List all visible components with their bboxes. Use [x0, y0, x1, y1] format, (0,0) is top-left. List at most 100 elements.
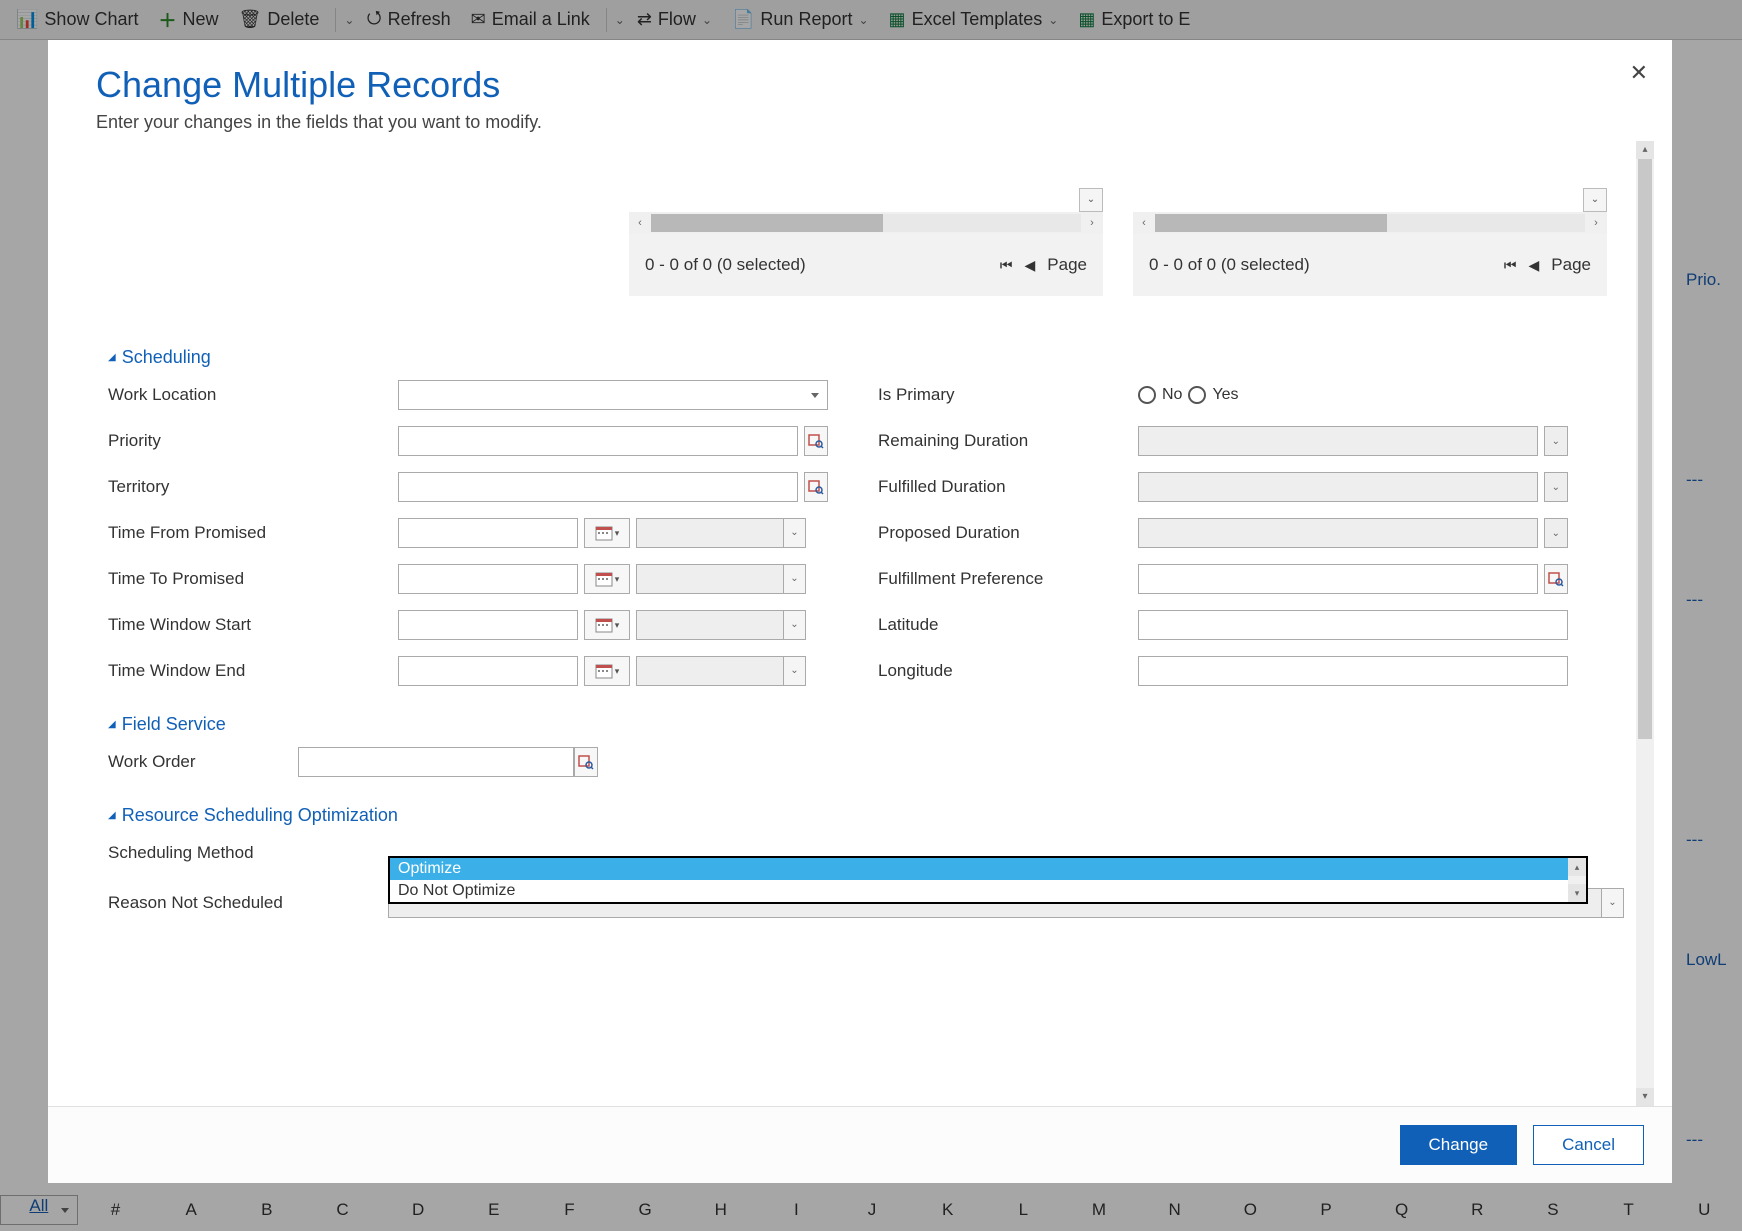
bg-right-column: Prio. --- --- --- LowL ---: [1682, 60, 1742, 1191]
remaining-duration-label: Remaining Duration: [878, 431, 1138, 451]
lookup-icon[interactable]: [1544, 564, 1568, 594]
record-count: 0 - 0 of 0 (0 selected): [645, 255, 806, 275]
duration-dropdown-icon[interactable]: ⌄: [1544, 472, 1568, 502]
duration-dropdown-icon[interactable]: ⌄: [1544, 426, 1568, 456]
proposed-duration-input[interactable]: [1138, 518, 1538, 548]
work-location-select[interactable]: [398, 380, 828, 410]
dialog-subtitle: Enter your changes in the fields that yo…: [96, 112, 1632, 133]
scroll-down-icon[interactable]: ▾: [1636, 1088, 1654, 1106]
show-chart-button[interactable]: 📊Show Chart: [8, 5, 146, 34]
body-scrollbar[interactable]: ▴ ▾: [1636, 141, 1654, 1106]
delete-button[interactable]: 🗑Delete: [230, 5, 327, 34]
dialog-title: Change Multiple Records: [96, 64, 1632, 106]
time-window-start-date[interactable]: [398, 610, 578, 640]
territory-label: Territory: [108, 477, 398, 497]
excel-templates-button[interactable]: ▦Excel Templates⌄: [881, 5, 1067, 34]
scroll-thumb[interactable]: [1638, 159, 1652, 739]
lookup-icon[interactable]: [574, 747, 598, 777]
calendar-icon[interactable]: ▾: [584, 564, 630, 594]
email-link-button[interactable]: ✉Email a Link: [463, 5, 598, 34]
scroll-left-icon[interactable]: ‹: [629, 212, 651, 234]
lookup-icon[interactable]: [804, 472, 828, 502]
scroll-up-icon[interactable]: ▴: [1636, 141, 1654, 159]
duration-dropdown-icon[interactable]: ⌄: [1544, 518, 1568, 548]
time-window-start-label: Time Window Start: [108, 615, 398, 635]
time-window-end-date[interactable]: [398, 656, 578, 686]
is-primary-yes[interactable]: Yes: [1188, 386, 1238, 404]
reason-not-scheduled-label: Reason Not Scheduled: [108, 893, 388, 913]
field-service-section-header[interactable]: ◢ Field Service: [108, 714, 1624, 735]
scheduling-method-dropdown[interactable]: Optimize Do Not Optimize ▴▾: [388, 856, 1588, 904]
flow-button[interactable]: ⇄Flow⌄: [629, 5, 720, 34]
left-grid-pane: ⌄ ‹ › 0 - 0 of 0 (0 selected) ⏮ ◀ Page: [628, 187, 1104, 297]
scroll-right-icon[interactable]: ›: [1585, 212, 1607, 234]
longitude-label: Longitude: [878, 661, 1138, 681]
scroll-left-icon[interactable]: ‹: [1133, 212, 1155, 234]
option-do-not-optimize[interactable]: Do Not Optimize: [390, 880, 1586, 902]
command-bar: 📊Show Chart ＋New 🗑Delete ⌄ ⭯Refresh ✉Ema…: [0, 0, 1742, 40]
dialog-header: Change Multiple Records Enter your chang…: [48, 40, 1672, 141]
fulfillment-preference-label: Fulfillment Preference: [878, 569, 1138, 589]
priority-input[interactable]: [398, 426, 798, 456]
calendar-icon[interactable]: ▾: [584, 518, 630, 548]
time-to-promised-date[interactable]: [398, 564, 578, 594]
time-from-promised-time[interactable]: ⌄: [636, 518, 806, 548]
work-order-input[interactable]: [298, 747, 574, 777]
fulfilled-duration-label: Fulfilled Duration: [878, 477, 1138, 497]
latitude-input[interactable]: [1138, 610, 1568, 640]
prev-page-icon[interactable]: ◀: [1025, 257, 1036, 274]
time-window-start-time[interactable]: ⌄: [636, 610, 806, 640]
calendar-icon[interactable]: ▾: [584, 610, 630, 640]
time-to-promised-label: Time To Promised: [108, 569, 398, 589]
option-optimize[interactable]: Optimize: [390, 858, 1586, 880]
priority-label: Priority: [108, 431, 398, 451]
close-button[interactable]: ✕: [1630, 60, 1648, 86]
remaining-duration-input[interactable]: [1138, 426, 1538, 456]
pane-hscroll[interactable]: ‹ ›: [629, 212, 1103, 234]
proposed-duration-label: Proposed Duration: [878, 523, 1138, 543]
work-location-label: Work Location: [108, 385, 398, 405]
first-page-icon[interactable]: ⏮: [1504, 257, 1517, 274]
longitude-input[interactable]: [1138, 656, 1568, 686]
first-page-icon[interactable]: ⏮: [1000, 257, 1013, 274]
alpha-hash[interactable]: #: [78, 1200, 154, 1220]
fulfilled-duration-input[interactable]: [1138, 472, 1538, 502]
latitude-label: Latitude: [878, 615, 1138, 635]
scheduling-method-label: Scheduling Method: [108, 843, 388, 863]
territory-input[interactable]: [398, 472, 798, 502]
time-window-end-time[interactable]: ⌄: [636, 656, 806, 686]
time-to-promised-time[interactable]: ⌄: [636, 564, 806, 594]
export-excel-button[interactable]: ▦Export to E: [1070, 5, 1198, 34]
calendar-icon[interactable]: ▾: [584, 656, 630, 686]
dialog-footer: Change Cancel: [48, 1106, 1672, 1183]
time-from-promised-date[interactable]: [398, 518, 578, 548]
prev-page-icon[interactable]: ◀: [1529, 257, 1540, 274]
collapse-icon: ◢: [108, 810, 116, 821]
right-grid-pane: ⌄ ‹ › 0 - 0 of 0 (0 selected) ⏮ ◀ Page: [1132, 187, 1608, 297]
alpha-filter-bar[interactable]: All # A B C D E F G H I J K L M N O P Q …: [0, 1189, 1742, 1231]
pane-hscroll[interactable]: ‹ ›: [1133, 212, 1607, 234]
time-window-end-label: Time Window End: [108, 661, 398, 681]
change-multiple-records-dialog: Change Multiple Records Enter your chang…: [48, 40, 1672, 1183]
pane-dropdown-icon[interactable]: ⌄: [1079, 188, 1103, 212]
refresh-button[interactable]: ⭯Refresh: [358, 1, 458, 39]
lookup-icon[interactable]: [804, 426, 828, 456]
work-order-label: Work Order: [108, 752, 228, 772]
page-label: Page: [1551, 255, 1591, 275]
change-button[interactable]: Change: [1400, 1125, 1518, 1165]
rso-section-header[interactable]: ◢ Resource Scheduling Optimization: [108, 805, 1624, 826]
pane-dropdown-icon[interactable]: ⌄: [1583, 188, 1607, 212]
scheduling-section-header[interactable]: ◢ Scheduling: [108, 347, 1624, 368]
cancel-button[interactable]: Cancel: [1533, 1125, 1644, 1165]
new-button[interactable]: ＋New: [150, 3, 226, 37]
is-primary-label: Is Primary: [878, 385, 1138, 405]
alpha-all[interactable]: All: [0, 1195, 78, 1225]
dialog-body: ⌄ ‹ › 0 - 0 of 0 (0 selected) ⏮ ◀ Page ⌄: [48, 141, 1672, 1106]
time-from-promised-label: Time From Promised: [108, 523, 398, 543]
record-count: 0 - 0 of 0 (0 selected): [1149, 255, 1310, 275]
is-primary-no[interactable]: No: [1138, 386, 1182, 404]
scroll-right-icon[interactable]: ›: [1081, 212, 1103, 234]
fulfillment-preference-input[interactable]: [1138, 564, 1538, 594]
dropdown-scrollbar[interactable]: ▴▾: [1568, 858, 1586, 902]
run-report-button[interactable]: 📄Run Report⌄: [724, 5, 877, 34]
